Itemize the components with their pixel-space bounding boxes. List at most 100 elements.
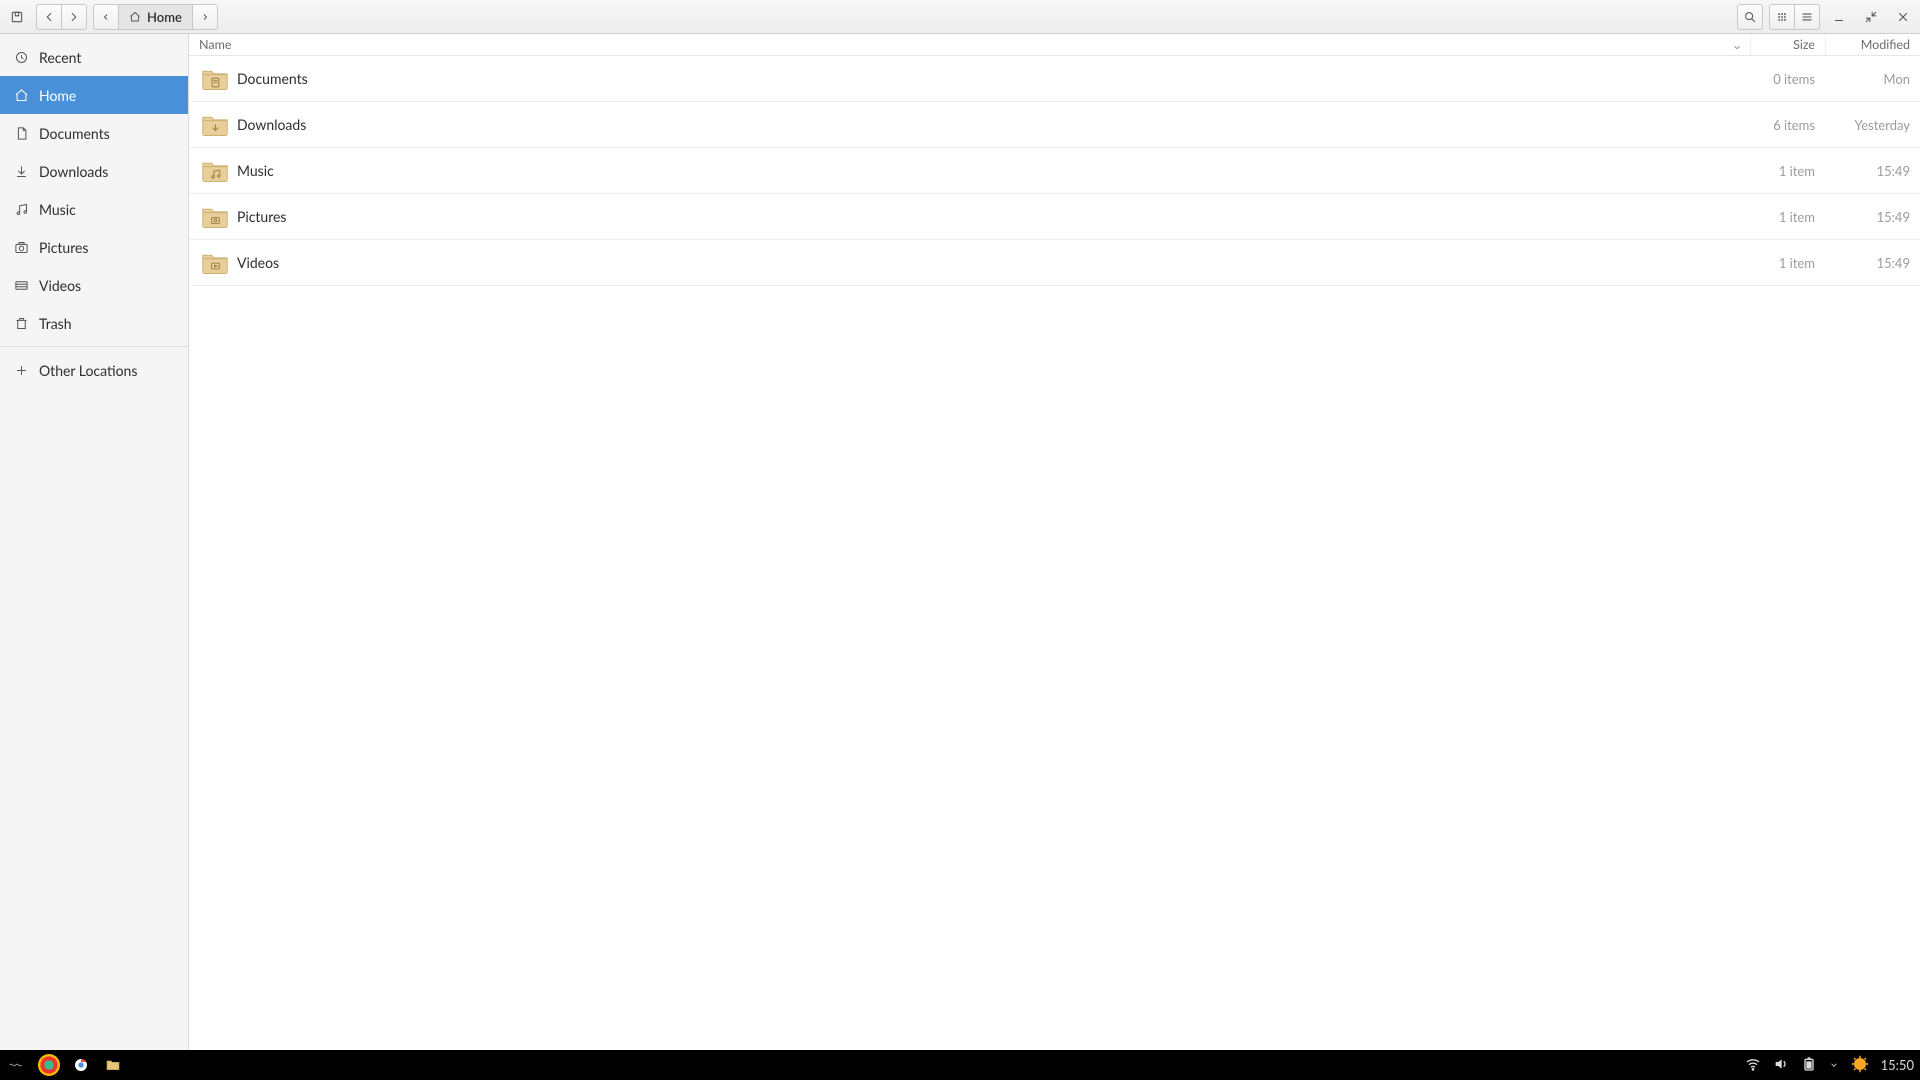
desktop-taskbar: 15:50 (0, 1050, 1920, 1080)
hamburger-menu-button[interactable] (1794, 4, 1820, 30)
column-modified[interactable]: Modified (1825, 34, 1920, 55)
file-name-cell: Pictures (189, 205, 1750, 229)
sidebar-item-label: Other Locations (39, 362, 137, 379)
sidebar-item-pictures[interactable]: Pictures (0, 228, 188, 266)
clock-icon (14, 50, 29, 65)
search-icon (1743, 10, 1757, 24)
file-row[interactable]: Documents 0 itemsMon (189, 56, 1920, 102)
column-name[interactable]: Name (199, 37, 1750, 52)
file-modified-cell: Yesterday (1825, 117, 1920, 133)
view-and-menu (1769, 4, 1820, 30)
file-name-label: Pictures (237, 208, 287, 225)
path-segment-label: Home (147, 9, 182, 25)
file-row[interactable]: Music 1 item15:49 (189, 148, 1920, 194)
restore-icon (1864, 10, 1878, 24)
sidebar-item-label: Downloads (39, 163, 108, 180)
taskbar-settings-icon[interactable] (1851, 1055, 1869, 1076)
trash-icon (14, 316, 29, 331)
taskbar-battery-icon[interactable] (1801, 1056, 1817, 1075)
disk-icon[interactable] (4, 4, 30, 30)
column-headers: Name Size Modified (189, 34, 1920, 56)
minimize-icon (1832, 10, 1846, 24)
folder-icon (201, 251, 229, 275)
sidebar-item-label: Home (39, 87, 76, 104)
sidebar-item-label: Recent (39, 49, 81, 66)
folder-icon (201, 67, 229, 91)
close-icon (1896, 10, 1910, 24)
places-sidebar: Recent Home Documents Downloads Music Pi… (0, 34, 189, 1050)
restore-button[interactable] (1858, 4, 1884, 30)
view-grid-button[interactable] (1769, 4, 1795, 30)
file-row[interactable]: Downloads 6 itemsYesterday (189, 102, 1920, 148)
taskbar-wifi-icon[interactable] (1745, 1056, 1761, 1075)
column-size[interactable]: Size (1750, 34, 1825, 55)
download-icon (14, 164, 29, 179)
taskbar-app-files[interactable] (102, 1054, 124, 1076)
home-icon (129, 11, 141, 23)
file-row[interactable]: Pictures 1 item15:49 (189, 194, 1920, 240)
file-size-cell: 0 items (1750, 71, 1825, 87)
taskbar-volume-icon[interactable] (1773, 1056, 1789, 1075)
file-modified-cell: 15:49 (1825, 255, 1920, 271)
sidebar-item-label: Pictures (39, 239, 89, 256)
file-size-cell: 1 item (1750, 163, 1825, 179)
hamburger-icon (1800, 10, 1814, 24)
file-row[interactable]: Videos 1 item15:49 (189, 240, 1920, 286)
file-modified-cell: Mon (1825, 71, 1920, 87)
file-name-cell: Documents (189, 67, 1750, 91)
taskbar-app-launcher[interactable] (38, 1054, 60, 1076)
sidebar-item-videos[interactable]: Videos (0, 266, 188, 304)
path-segment-home[interactable]: Home (119, 5, 193, 29)
file-size-cell: 1 item (1750, 209, 1825, 225)
nav-back-forward (36, 4, 87, 30)
path-bar: Home (93, 4, 218, 30)
sidebar-item-trash[interactable]: Trash (0, 304, 188, 342)
folder-icon (201, 113, 229, 137)
sidebar-item-label: Documents (39, 125, 110, 142)
plus-icon (14, 363, 29, 378)
taskbar-chevron-down-icon[interactable] (1829, 1057, 1839, 1073)
file-modified-cell: 15:49 (1825, 163, 1920, 179)
file-name-label: Downloads (237, 116, 306, 133)
file-name-cell: Downloads (189, 113, 1750, 137)
music-icon (14, 202, 29, 217)
taskbar-logo-icon[interactable] (6, 1054, 28, 1076)
sidebar-item-label: Trash (39, 315, 72, 332)
folder-icon (201, 205, 229, 229)
folder-icon (201, 159, 229, 183)
home-icon (14, 88, 29, 103)
sidebar-item-downloads[interactable]: Downloads (0, 152, 188, 190)
file-name-label: Music (237, 162, 274, 179)
minimize-button[interactable] (1826, 4, 1852, 30)
file-name-label: Videos (237, 254, 279, 271)
file-size-cell: 1 item (1750, 255, 1825, 271)
file-name-cell: Music (189, 159, 1750, 183)
sidebar-item-music[interactable]: Music (0, 190, 188, 228)
search-button[interactable] (1737, 4, 1763, 30)
file-size-cell: 6 items (1750, 117, 1825, 133)
sidebar-item-recent[interactable]: Recent (0, 38, 188, 76)
headerbar: Home (0, 0, 1920, 34)
file-name-cell: Videos (189, 251, 1750, 275)
forward-button[interactable] (61, 4, 87, 30)
sidebar-item-label: Music (39, 201, 76, 218)
taskbar-clock[interactable]: 15:50 (1881, 1057, 1914, 1073)
file-rows: Documents 0 itemsMon Downloads 6 itemsYest… (189, 56, 1920, 286)
video-icon (14, 278, 29, 293)
path-next-button[interactable] (193, 5, 217, 29)
camera-icon (14, 240, 29, 255)
file-name-label: Documents (237, 70, 308, 87)
path-prev-button[interactable] (94, 5, 119, 29)
document-icon (14, 126, 29, 141)
file-modified-cell: 15:49 (1825, 209, 1920, 225)
back-button[interactable] (36, 4, 62, 30)
sidebar-separator (0, 346, 188, 347)
sidebar-item-other-locations[interactable]: Other Locations (0, 351, 188, 389)
sidebar-item-label: Videos (39, 277, 81, 294)
taskbar-app-chrome[interactable] (70, 1054, 92, 1076)
close-button[interactable] (1890, 4, 1916, 30)
sidebar-item-home[interactable]: Home (0, 76, 188, 114)
file-list-pane: Name Size Modified Documents 0 itemsMon D… (189, 34, 1920, 1050)
grid-icon (1775, 10, 1789, 24)
sidebar-item-documents[interactable]: Documents (0, 114, 188, 152)
